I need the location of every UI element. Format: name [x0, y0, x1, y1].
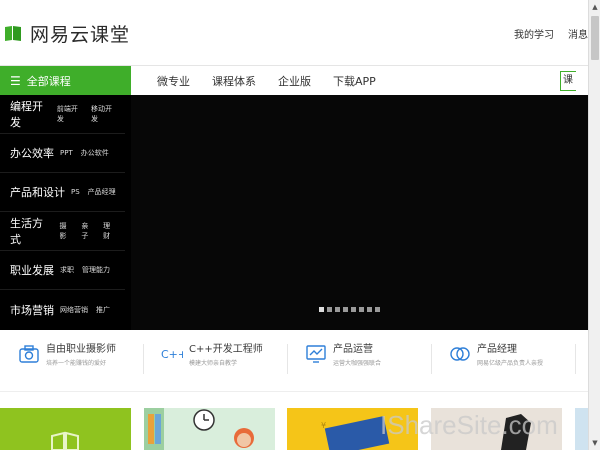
- scroll-up-arrow-icon[interactable]: ▲: [589, 0, 600, 14]
- book-logo-icon: [5, 26, 21, 41]
- menu-icon: ☰: [10, 73, 21, 88]
- top-header: 网易云课堂 我的学习 消息: [0, 0, 588, 66]
- messages-link[interactable]: 消息: [568, 26, 588, 41]
- course-illustration-icon: [144, 408, 254, 450]
- svg-text:C++: C++: [161, 348, 183, 361]
- category-sub[interactable]: 产品经理: [88, 187, 116, 197]
- nav-item-enterprise[interactable]: 企业版: [278, 73, 311, 89]
- category-title: 生活方式: [10, 217, 43, 246]
- watermark-text: IShareSite.com: [380, 410, 558, 440]
- category-marketing[interactable]: 市场营销 网络营销 推广: [0, 290, 125, 329]
- category-sub[interactable]: 管理能力: [82, 265, 110, 275]
- feature-title: 产品经理: [477, 344, 517, 355]
- category-office[interactable]: 办公效率 PPT 办公软件: [0, 134, 125, 173]
- nav-item-download-app[interactable]: 下载APP: [333, 73, 376, 89]
- feature-subtitle: 模建大师亲自教学: [189, 360, 238, 367]
- divider: [575, 344, 576, 374]
- feature-photographer[interactable]: 自由职业摄影师 培养一个能赚钱的爱好: [18, 343, 116, 377]
- category-sub[interactable]: 推广: [96, 305, 110, 315]
- carousel-dot[interactable]: [335, 307, 340, 312]
- feature-subtitle: 培养一个能赚钱的爱好: [46, 360, 107, 367]
- category-sub[interactable]: 办公软件: [81, 148, 109, 158]
- search-input[interactable]: 课: [560, 71, 576, 91]
- overlap-circles-icon: [450, 347, 470, 361]
- carousel-dot[interactable]: [327, 307, 332, 312]
- carousel-dot[interactable]: [319, 307, 324, 312]
- category-sub[interactable]: 摄影: [59, 221, 73, 241]
- course-card[interactable]: [575, 408, 588, 450]
- category-sub[interactable]: PPT: [60, 149, 73, 157]
- site-logo[interactable]: 网易云课堂: [4, 20, 130, 46]
- camera-icon: [19, 345, 39, 363]
- all-courses-button[interactable]: ☰ 全部课程: [0, 66, 131, 95]
- feature-cpp[interactable]: C++ C++开发工程师 模建大师亲自教学: [161, 343, 263, 377]
- carousel-dot[interactable]: [343, 307, 348, 312]
- category-lifestyle[interactable]: 生活方式 摄影 亲子 理财: [0, 212, 125, 251]
- feature-operations[interactable]: 产品运营 运营大咖强强联合: [305, 343, 381, 377]
- course-card[interactable]: [0, 408, 131, 451]
- carousel-indicators: [319, 307, 380, 312]
- scroll-down-arrow-icon[interactable]: ▼: [589, 436, 600, 450]
- category-title: 办公效率: [10, 147, 54, 160]
- feature-title: C++开发工程师: [189, 344, 263, 355]
- book-icon: [51, 431, 79, 451]
- category-sub[interactable]: 前端开发: [57, 104, 83, 124]
- carousel-dot[interactable]: [351, 307, 356, 312]
- carousel-dot[interactable]: [367, 307, 372, 312]
- divider: [431, 344, 432, 374]
- main-nav: ☰ 全部课程 微专业 课程体系 企业版 下载APP 课: [0, 66, 588, 95]
- feature-title: 产品运营: [333, 344, 373, 355]
- category-sub[interactable]: 网络营销: [60, 305, 88, 315]
- logo-text: 网易云课堂: [30, 23, 131, 46]
- category-sub[interactable]: 移动开发: [91, 104, 117, 124]
- feature-subtitle: 运营大咖强强联合: [333, 360, 382, 367]
- cpp-icon: C++: [161, 348, 183, 361]
- scroll-thumb[interactable]: [591, 16, 599, 60]
- vertical-scrollbar[interactable]: ▲ ▼: [588, 0, 600, 450]
- my-learning-link[interactable]: 我的学习: [514, 26, 554, 41]
- feature-title: 自由职业摄影师: [46, 344, 116, 355]
- divider: [143, 344, 144, 374]
- nav-item-course-system[interactable]: 课程体系: [212, 73, 256, 89]
- all-courses-label: 全部课程: [26, 74, 71, 88]
- category-career[interactable]: 职业发展 求职 管理能力: [0, 251, 125, 290]
- banner-carousel[interactable]: [131, 95, 588, 330]
- divider: [287, 344, 288, 374]
- category-title: 市场营销: [10, 303, 54, 317]
- category-sidebar: 编程开发 前端开发 移动开发 办公效率 PPT 办公软件 产品和设计 PS 产品…: [0, 95, 131, 330]
- nav-item-micro-major[interactable]: 微专业: [157, 73, 190, 89]
- carousel-dot[interactable]: [359, 307, 364, 312]
- course-card[interactable]: [144, 408, 275, 450]
- category-design[interactable]: 产品和设计 PS 产品经理: [0, 173, 125, 212]
- category-programming[interactable]: 编程开发 前端开发 移动开发: [0, 95, 125, 134]
- feature-subtitle: 网易亿级产品负责人亲授: [477, 360, 544, 367]
- feature-strip: 自由职业摄影师 培养一个能赚钱的爱好 C++ C++开发工程师 模建大师亲自教学…: [0, 330, 588, 392]
- chart-screen-icon: [306, 345, 326, 363]
- carousel-dot[interactable]: [375, 307, 380, 312]
- nav-items: 微专业 课程体系 企业版 下载APP: [157, 66, 376, 95]
- category-title: 职业发展: [10, 264, 54, 277]
- category-title: 产品和设计: [10, 186, 65, 199]
- svg-text:¥: ¥: [321, 421, 326, 430]
- category-title: 编程开发: [10, 100, 43, 129]
- category-sub[interactable]: 亲子: [81, 221, 95, 241]
- feature-product-manager[interactable]: 产品经理 网易亿级产品负责人亲授: [449, 343, 543, 377]
- category-sub[interactable]: PS: [71, 188, 80, 196]
- category-sub[interactable]: 理财: [103, 221, 117, 241]
- user-links: 我的学习 消息: [514, 26, 588, 41]
- category-sub[interactable]: 求职: [60, 265, 74, 275]
